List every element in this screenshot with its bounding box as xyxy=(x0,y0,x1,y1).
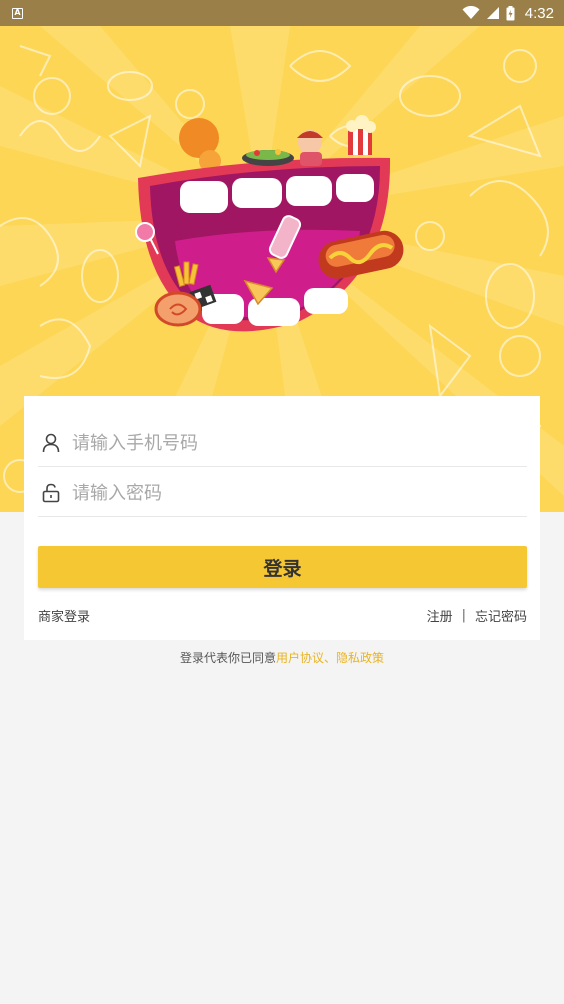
agreement-prefix: 登录代表你已同意 xyxy=(179,651,276,665)
link-separator: | xyxy=(461,607,466,623)
card-links: 商家登录 注册 | 忘记密码 xyxy=(38,604,527,626)
phone-field xyxy=(38,420,527,467)
login-button[interactable]: 登录 xyxy=(38,546,527,588)
clock: 4:32 xyxy=(524,4,554,22)
agreement-joiner: 、 xyxy=(324,651,337,665)
agreement-notice: 登录代表你已同意用户协议、隐私政策 xyxy=(0,649,564,666)
password-input[interactable] xyxy=(72,482,492,504)
notification-icon: A xyxy=(12,7,23,19)
user-icon xyxy=(40,432,62,454)
lock-icon xyxy=(40,482,62,504)
status-bar: A 4:32 xyxy=(0,0,564,26)
user-agreement-link[interactable]: 用户协议 xyxy=(276,651,324,665)
merchant-login-link[interactable]: 商家登录 xyxy=(38,606,90,625)
forgot-password-link[interactable]: 忘记密码 xyxy=(475,606,527,625)
cell-signal-icon xyxy=(486,7,499,19)
privacy-policy-link[interactable]: 隐私政策 xyxy=(336,651,384,665)
login-screen: A 4:32 请输入手机号码 登录 商家登录 注册 | 忘记密码 登录代表你已同… xyxy=(0,0,564,1004)
account-links: 注册 | 忘记密码 xyxy=(427,606,527,625)
battery-icon xyxy=(506,5,515,20)
password-field xyxy=(38,470,527,517)
wifi-icon xyxy=(462,6,480,19)
login-card: 登录 商家登录 注册 | 忘记密码 xyxy=(24,396,540,640)
register-link[interactable]: 注册 xyxy=(427,606,453,625)
phone-input[interactable] xyxy=(72,432,492,454)
